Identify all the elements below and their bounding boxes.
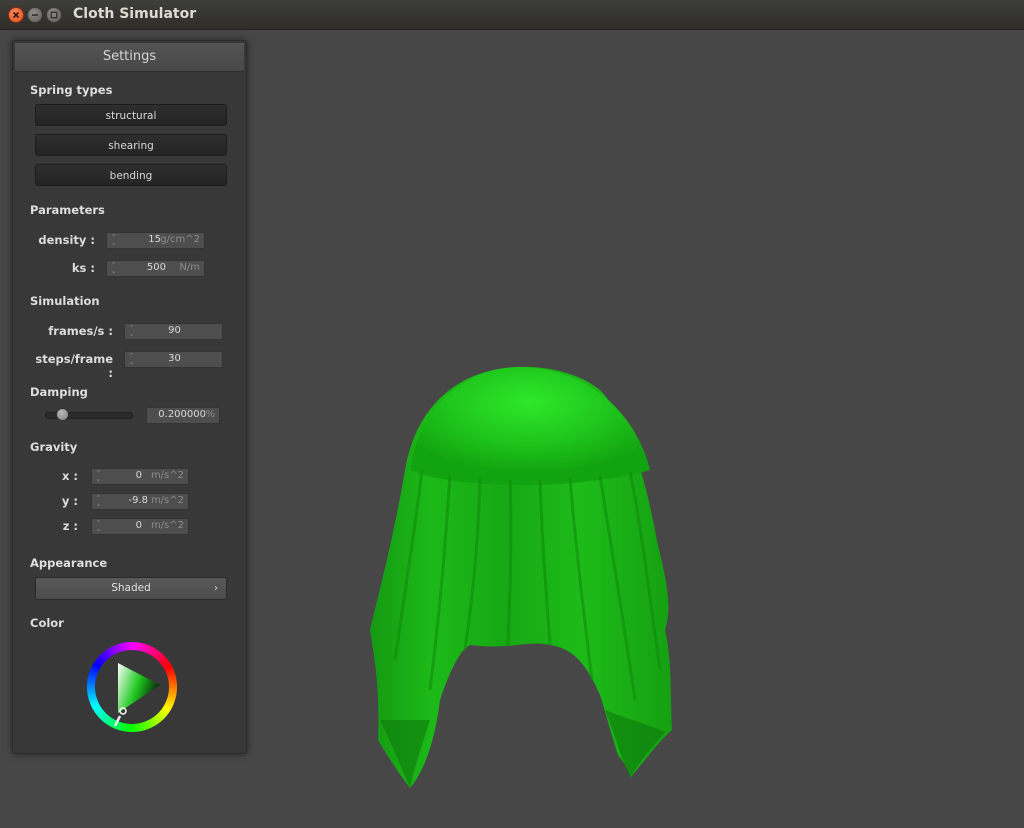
- fps-field[interactable]: ⌃ ⌄ 90: [124, 323, 223, 340]
- gravity-y-unit: m/s^2: [150, 495, 184, 506]
- hue-ring-segment[interactable]: [128, 642, 133, 651]
- gravity-x-label: x :: [61, 469, 78, 483]
- settings-panel: Settings Spring types structural shearin…: [12, 40, 247, 754]
- gravity-y-label: y :: [61, 494, 78, 508]
- shearing-button[interactable]: shearing: [35, 134, 227, 156]
- appearance-heading: Appearance: [30, 556, 108, 570]
- color-wheel[interactable]: [86, 641, 178, 733]
- damping-value: 0.200000: [158, 409, 206, 420]
- close-icon: [12, 11, 20, 19]
- appearance-dropdown[interactable]: Shaded ›: [35, 577, 227, 600]
- spring-types-heading: Spring types: [30, 83, 113, 97]
- fps-label: frames/s :: [48, 324, 113, 338]
- title-bar: Cloth Simulator: [0, 0, 1024, 30]
- ks-label: ks :: [71, 261, 95, 275]
- spinner-icon[interactable]: ⌃ ⌄: [95, 495, 102, 508]
- fps-value: 90: [168, 325, 181, 336]
- minimize-window-button[interactable]: [27, 7, 43, 23]
- density-unit: g/cm^2: [160, 234, 200, 245]
- color-heading: Color: [30, 616, 64, 630]
- chevron-right-icon: ›: [214, 583, 218, 594]
- spinner-icon[interactable]: ⌃ ⌄: [95, 520, 102, 533]
- damping-slider-handle[interactable]: [56, 408, 69, 421]
- gravity-z-label: z :: [62, 519, 78, 533]
- ks-value: 500: [146, 262, 166, 273]
- saturation-triangle[interactable]: [118, 663, 160, 713]
- bending-button[interactable]: bending: [35, 164, 227, 186]
- gravity-x-value: 0: [135, 470, 142, 481]
- panel-title: Settings: [15, 43, 244, 72]
- close-window-button[interactable]: [8, 7, 24, 23]
- spinner-icon[interactable]: ⌃ ⌄: [95, 470, 102, 483]
- gravity-z-field[interactable]: ⌃ ⌄ 0 m/s^2: [91, 518, 189, 535]
- steps-field[interactable]: ⌃ ⌄ 30: [124, 351, 223, 368]
- steps-label: steps/frame :: [35, 352, 113, 380]
- spinner-icon[interactable]: ⌃ ⌄: [110, 234, 117, 247]
- density-value: 15: [148, 234, 161, 245]
- window-title: Cloth Simulator: [73, 6, 197, 22]
- steps-value: 30: [168, 353, 181, 364]
- ks-field[interactable]: ⌃ ⌄ 500 N/m: [106, 260, 205, 277]
- appearance-selected: Shaded: [111, 582, 151, 594]
- gravity-z-value: 0: [135, 520, 142, 531]
- maximize-icon: [50, 11, 58, 19]
- structural-button[interactable]: structural: [35, 104, 227, 126]
- density-field[interactable]: ⌃ ⌄ 15 g/cm^2: [106, 232, 205, 249]
- simulation-heading: Simulation: [30, 294, 100, 308]
- hue-ring-segment[interactable]: [131, 723, 136, 732]
- damping-field[interactable]: 0.200000 %: [146, 407, 220, 424]
- ks-unit: N/m: [179, 262, 200, 273]
- gravity-z-unit: m/s^2: [150, 520, 184, 531]
- gravity-heading: Gravity: [30, 440, 78, 454]
- minimize-icon: [32, 14, 38, 16]
- density-label: density :: [38, 233, 95, 247]
- cloth-mesh[interactable]: [360, 360, 690, 800]
- gravity-x-field[interactable]: ⌃ ⌄ 0 m/s^2: [91, 468, 189, 485]
- gravity-y-value: -9.8: [128, 495, 148, 506]
- spinner-icon[interactable]: ⌃ ⌄: [110, 262, 117, 275]
- parameters-heading: Parameters: [30, 203, 105, 217]
- gravity-y-field[interactable]: ⌃ ⌄ -9.8 m/s^2: [91, 493, 189, 510]
- damping-heading: Damping: [30, 385, 88, 399]
- damping-unit: %: [205, 409, 215, 420]
- maximize-window-button[interactable]: [46, 7, 62, 23]
- gravity-x-unit: m/s^2: [150, 470, 184, 481]
